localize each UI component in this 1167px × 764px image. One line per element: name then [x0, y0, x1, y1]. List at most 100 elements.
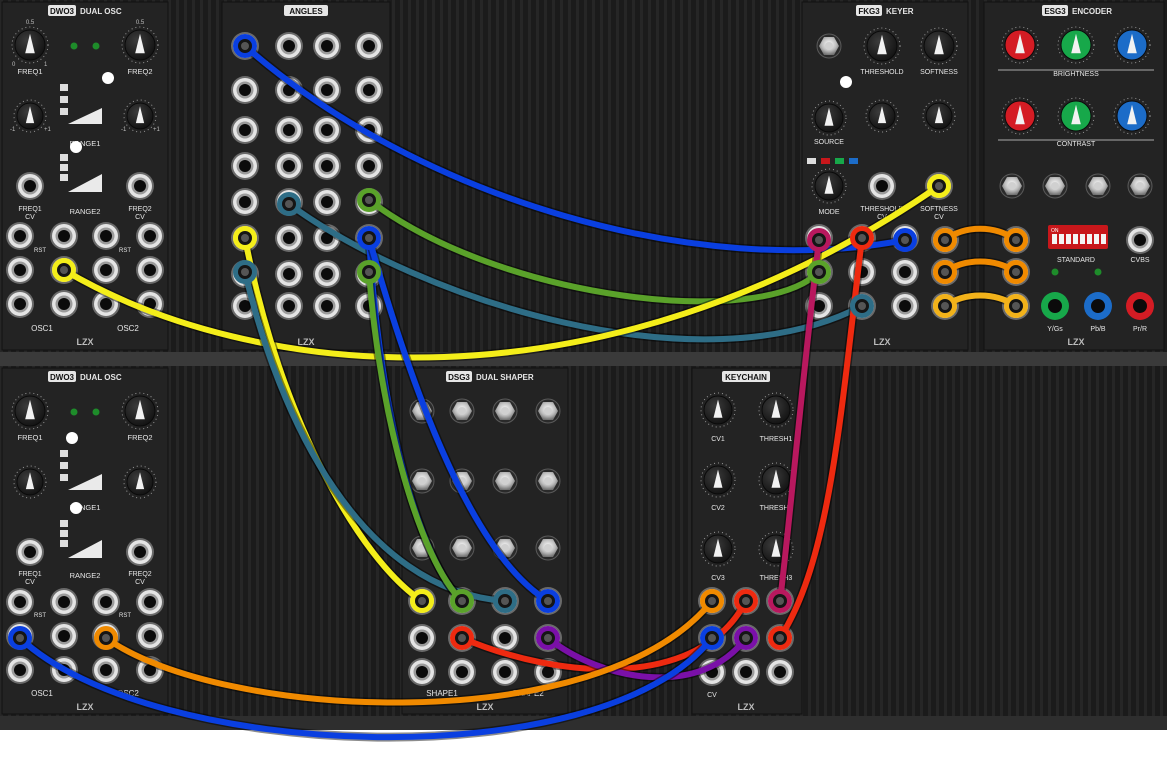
shaper-jack[interactable]	[491, 658, 519, 686]
angles-jack[interactable]	[313, 32, 341, 60]
teal-plug[interactable]	[277, 192, 301, 216]
output-jack[interactable]	[6, 656, 34, 684]
angles-jack[interactable]	[275, 292, 303, 320]
angles-jack[interactable]	[355, 152, 383, 180]
channel-select-button[interactable]	[1085, 173, 1111, 199]
angles-jack[interactable]	[275, 32, 303, 60]
rst-jack[interactable]	[92, 588, 120, 616]
shape-select-button[interactable]	[409, 468, 435, 494]
blue-plug[interactable]	[893, 228, 917, 252]
output-jack[interactable]	[136, 622, 164, 650]
orange-plug[interactable]	[933, 260, 957, 284]
keychain-jack[interactable]	[732, 658, 760, 686]
keyer-jack[interactable]	[891, 258, 919, 286]
gold-plug[interactable]	[933, 294, 957, 318]
blue-plug[interactable]	[8, 626, 32, 650]
freq1-cv-jack[interactable]	[16, 538, 44, 566]
orange-plug[interactable]	[1004, 260, 1028, 284]
freq2-cv-jack[interactable]	[126, 172, 154, 200]
blue-plug[interactable]	[357, 226, 381, 250]
output-jack[interactable]	[50, 622, 78, 650]
output-jack[interactable]	[92, 256, 120, 284]
orange-plug[interactable]	[700, 589, 724, 613]
modular-rack: DWO3 DUAL OSC ANGLES FKG3 KEYER ESG3 ENC…	[0, 0, 1167, 764]
orange-plug[interactable]	[933, 228, 957, 252]
blue-plug[interactable]	[700, 626, 724, 650]
rst-jack[interactable]	[6, 588, 34, 616]
green-plug[interactable]	[357, 260, 381, 284]
angles-jack[interactable]	[231, 188, 259, 216]
angles-jack[interactable]	[275, 260, 303, 288]
yellow-plug[interactable]	[927, 174, 951, 198]
shaper-jack[interactable]	[408, 658, 436, 686]
shape-select-button[interactable]	[492, 398, 518, 424]
green-plug[interactable]	[807, 260, 831, 284]
angles-jack[interactable]	[313, 152, 341, 180]
range2-label: RANGE2	[70, 207, 101, 216]
freq1-cv-jack[interactable]	[16, 172, 44, 200]
angles-jack[interactable]	[313, 260, 341, 288]
shape-select-button[interactable]	[449, 398, 475, 424]
orange-plug[interactable]	[94, 626, 118, 650]
shaper-jack[interactable]	[448, 658, 476, 686]
shape-select-button[interactable]	[535, 535, 561, 561]
threshold-cv-jack[interactable]	[868, 172, 896, 200]
source-select-button[interactable]	[816, 33, 842, 59]
angles-jack[interactable]	[231, 152, 259, 180]
red-plug[interactable]	[768, 626, 792, 650]
angles-jack[interactable]	[231, 76, 259, 104]
keyer-jack[interactable]	[891, 292, 919, 320]
red-plug[interactable]	[734, 589, 758, 613]
yellow-plug[interactable]	[233, 226, 257, 250]
yellow-plug[interactable]	[410, 589, 434, 613]
red-plug[interactable]	[450, 626, 474, 650]
cv-in-jack[interactable]	[50, 588, 78, 616]
output-jack[interactable]	[136, 256, 164, 284]
magenta-plug[interactable]	[768, 589, 792, 613]
angles-jack[interactable]	[275, 152, 303, 180]
blue-plug[interactable]	[536, 589, 560, 613]
keychain-jack[interactable]	[766, 658, 794, 686]
shape-select-button[interactable]	[535, 468, 561, 494]
teal-plug[interactable]	[233, 260, 257, 284]
cv-in-jack[interactable]	[136, 588, 164, 616]
shape-select-button[interactable]	[492, 468, 518, 494]
purple-plug[interactable]	[734, 626, 758, 650]
channel-select-button[interactable]	[1127, 173, 1153, 199]
yellow-plug[interactable]	[52, 258, 76, 282]
cvbs-jack[interactable]	[1126, 226, 1154, 254]
teal-plug[interactable]	[493, 589, 517, 613]
shape-select-button[interactable]	[535, 398, 561, 424]
purple-plug[interactable]	[536, 626, 560, 650]
cv-in-jack[interactable]	[136, 222, 164, 250]
shaper-jack[interactable]	[408, 624, 436, 652]
orange-plug[interactable]	[1004, 228, 1028, 252]
angles-jack[interactable]	[313, 188, 341, 216]
red-plug[interactable]	[850, 226, 874, 250]
green-plug[interactable]	[450, 589, 474, 613]
green-plug[interactable]	[357, 188, 381, 212]
angles-jack[interactable]	[275, 224, 303, 252]
output-jack[interactable]	[6, 290, 34, 318]
output-jack[interactable]	[6, 256, 34, 284]
cv-in-jack[interactable]	[50, 222, 78, 250]
angles-jack[interactable]	[313, 116, 341, 144]
shape-select-button[interactable]	[449, 535, 475, 561]
angles-jack[interactable]	[313, 292, 341, 320]
rst-jack[interactable]	[92, 222, 120, 250]
magenta-plug[interactable]	[807, 228, 831, 252]
gold-plug[interactable]	[1004, 294, 1028, 318]
angles-jack[interactable]	[231, 116, 259, 144]
angles-jack[interactable]	[275, 116, 303, 144]
rst-jack[interactable]	[6, 222, 34, 250]
output-jack[interactable]	[50, 290, 78, 318]
output-jack[interactable]	[92, 656, 120, 684]
angles-jack[interactable]	[355, 32, 383, 60]
freq2-cv-jack[interactable]	[126, 538, 154, 566]
channel-select-button[interactable]	[999, 173, 1025, 199]
teal-plug[interactable]	[850, 294, 874, 318]
channel-select-button[interactable]	[1042, 173, 1068, 199]
freq1-cv-label: FREQ1	[18, 571, 41, 578]
angles-jack[interactable]	[355, 76, 383, 104]
blue-plug[interactable]	[233, 34, 257, 58]
